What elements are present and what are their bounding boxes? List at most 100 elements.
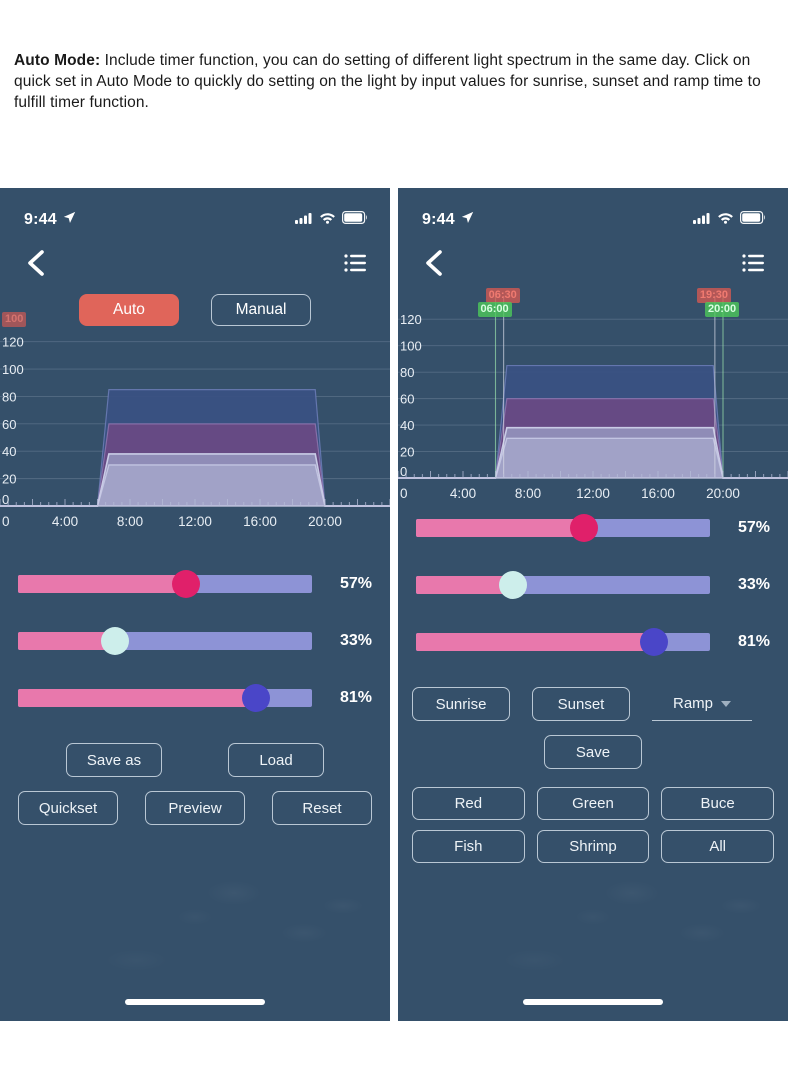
- slider-thumb-channel-2[interactable]: [101, 627, 130, 655]
- slider-group-right: 57% 33% 81%: [398, 514, 788, 656]
- slider-track-channel-3[interactable]: [18, 684, 312, 712]
- preset-green-button[interactable]: Green: [536, 787, 650, 820]
- slider-fill-channel-3: [18, 689, 257, 707]
- preset-all-button[interactable]: All: [661, 830, 774, 863]
- preview-button[interactable]: Preview: [145, 791, 245, 825]
- slider-value-channel-2: 33%: [339, 632, 372, 649]
- slider-row-channel-2: 33%: [416, 571, 770, 599]
- list-menu-icon[interactable]: [742, 253, 766, 273]
- nav-bar-right: [398, 240, 788, 286]
- time-marker-badge-19-30: 19:30: [696, 288, 732, 303]
- svg-text:8:00: 8:00: [117, 514, 143, 529]
- phone-screenshot-left: 9:44 Auto Manual 120 100 80 60 40 20 0 0…: [0, 188, 390, 1021]
- home-indicator-left: [125, 999, 265, 1005]
- slider-value-channel-3: 81%: [737, 633, 770, 650]
- load-button[interactable]: Load: [228, 743, 324, 777]
- slider-track-channel-1[interactable]: [416, 514, 710, 542]
- svg-text:120: 120: [2, 335, 24, 350]
- slider-track-channel-3[interactable]: [416, 628, 710, 656]
- slider-value-channel-1: 57%: [737, 519, 770, 536]
- status-bar-left: 9:44: [0, 188, 390, 240]
- ramp-dropdown-label: Ramp: [672, 695, 713, 712]
- battery-icon: [740, 211, 766, 229]
- location-arrow-icon: [461, 211, 474, 229]
- ramp-dropdown[interactable]: Ramp: [652, 687, 752, 721]
- mode-tab-manual[interactable]: Manual: [211, 294, 311, 326]
- timer-row: Sunrise Sunset Ramp: [412, 687, 774, 721]
- battery-icon: [342, 211, 368, 229]
- svg-text:60: 60: [400, 392, 414, 407]
- svg-text:12:00: 12:00: [576, 486, 610, 501]
- slider-value-channel-2: 33%: [737, 576, 770, 593]
- preset-buce-button[interactable]: Buce: [661, 787, 774, 820]
- back-chevron-icon[interactable]: [424, 250, 444, 276]
- svg-text:80: 80: [2, 389, 16, 404]
- spectrum-chart-right-svg: 120100806040200 0 4:00 8:00 12:00 16:00 20:00: [398, 296, 788, 501]
- wifi-icon: [319, 211, 336, 229]
- preset-fish-button[interactable]: Fish: [412, 830, 525, 863]
- phone-screenshot-right: 9:44 120 100 80 60 40 20 0 0 4:00 8:00 1…: [398, 188, 788, 1021]
- mode-tab-manual-label: Manual: [235, 301, 287, 318]
- status-indicators: [693, 211, 766, 229]
- slider-thumb-channel-1[interactable]: [171, 570, 200, 598]
- preset-red-button[interactable]: Red: [412, 787, 525, 820]
- save-row: Save: [412, 735, 774, 769]
- time-marker-badge-06-30: 06:30: [485, 288, 520, 303]
- svg-text:20:00: 20:00: [308, 514, 342, 529]
- svg-text:20:00: 20:00: [706, 486, 740, 501]
- slider-row-channel-2: 33%: [18, 627, 372, 655]
- mode-tab-auto[interactable]: Auto: [79, 294, 179, 326]
- spectrum-chart-right[interactable]: 120 100 80 60 40 20 0 0 4:00 8:00 12:00 16:00 20:00…: [398, 288, 788, 510]
- svg-text:100: 100: [2, 362, 24, 377]
- svg-text:120: 120: [400, 312, 422, 327]
- status-indicators: [295, 211, 368, 229]
- slider-row-channel-1: 57%: [416, 514, 770, 542]
- back-chevron-icon[interactable]: [26, 250, 46, 276]
- svg-text:8:00: 8:00: [515, 486, 541, 501]
- sunrise-button[interactable]: Sunrise: [412, 687, 510, 721]
- slider-group-left: 57% 33% 81%: [0, 570, 390, 712]
- slider-thumb-channel-2[interactable]: [499, 571, 528, 599]
- svg-text:0: 0: [400, 486, 408, 501]
- slider-row-channel-3: 81%: [18, 684, 372, 712]
- status-clock: 9:44: [24, 211, 57, 228]
- svg-text:4:00: 4:00: [450, 486, 476, 501]
- spectrum-chart-left[interactable]: 120 100 80 60 40 20 0 0 4:00 8:00 12:00 16:00 20:00…: [0, 308, 390, 558]
- nav-bar-left: [0, 240, 390, 286]
- preset-shrimp-button[interactable]: Shrimp: [536, 830, 650, 863]
- chevron-down-icon: [721, 700, 731, 707]
- time-marker-badge-20-00: 20:00: [705, 302, 740, 317]
- svg-text:20: 20: [2, 472, 16, 487]
- slider-track-channel-1[interactable]: [18, 570, 312, 598]
- svg-text:60: 60: [2, 417, 16, 432]
- slider-thumb-channel-3[interactable]: [640, 628, 669, 656]
- cellular-signal-icon: [693, 211, 711, 229]
- slider-track-channel-2[interactable]: [416, 571, 710, 599]
- svg-text:16:00: 16:00: [641, 486, 675, 501]
- sunset-button[interactable]: Sunset: [532, 687, 630, 721]
- list-menu-icon[interactable]: [344, 253, 368, 273]
- reset-button[interactable]: Reset: [272, 791, 372, 825]
- svg-text:12:00: 12:00: [178, 514, 212, 529]
- action-row-primary: Save as Load: [18, 743, 372, 777]
- slider-thumb-channel-1[interactable]: [569, 514, 598, 542]
- slider-value-channel-1: 57%: [339, 575, 372, 592]
- save-button[interactable]: Save: [544, 735, 642, 769]
- save-as-button[interactable]: Save as: [66, 743, 162, 777]
- timer-controls-right: Sunrise Sunset Ramp Save Red Green Buce …: [398, 687, 788, 863]
- slider-fill-channel-3: [416, 633, 655, 651]
- svg-text:16:00: 16:00: [243, 514, 277, 529]
- home-indicator-right: [523, 999, 663, 1005]
- svg-text:0: 0: [2, 514, 10, 529]
- spectrum-chart-left-svg: 120100806040200 0 4:00 8:00 12:00 16:00 20:00: [0, 335, 390, 529]
- status-clock: 9:44: [422, 211, 455, 228]
- quickset-button[interactable]: Quickset: [18, 791, 118, 825]
- caption-body: Include timer function, you can do setti…: [14, 52, 761, 111]
- slider-thumb-channel-3[interactable]: [242, 684, 271, 712]
- svg-text:80: 80: [400, 365, 414, 380]
- status-bar-right: 9:44: [398, 188, 788, 240]
- slider-track-channel-2[interactable]: [18, 627, 312, 655]
- svg-text:40: 40: [400, 418, 414, 433]
- slider-fill-channel-1: [18, 575, 186, 593]
- mode-tab-auto-label: Auto: [113, 301, 145, 318]
